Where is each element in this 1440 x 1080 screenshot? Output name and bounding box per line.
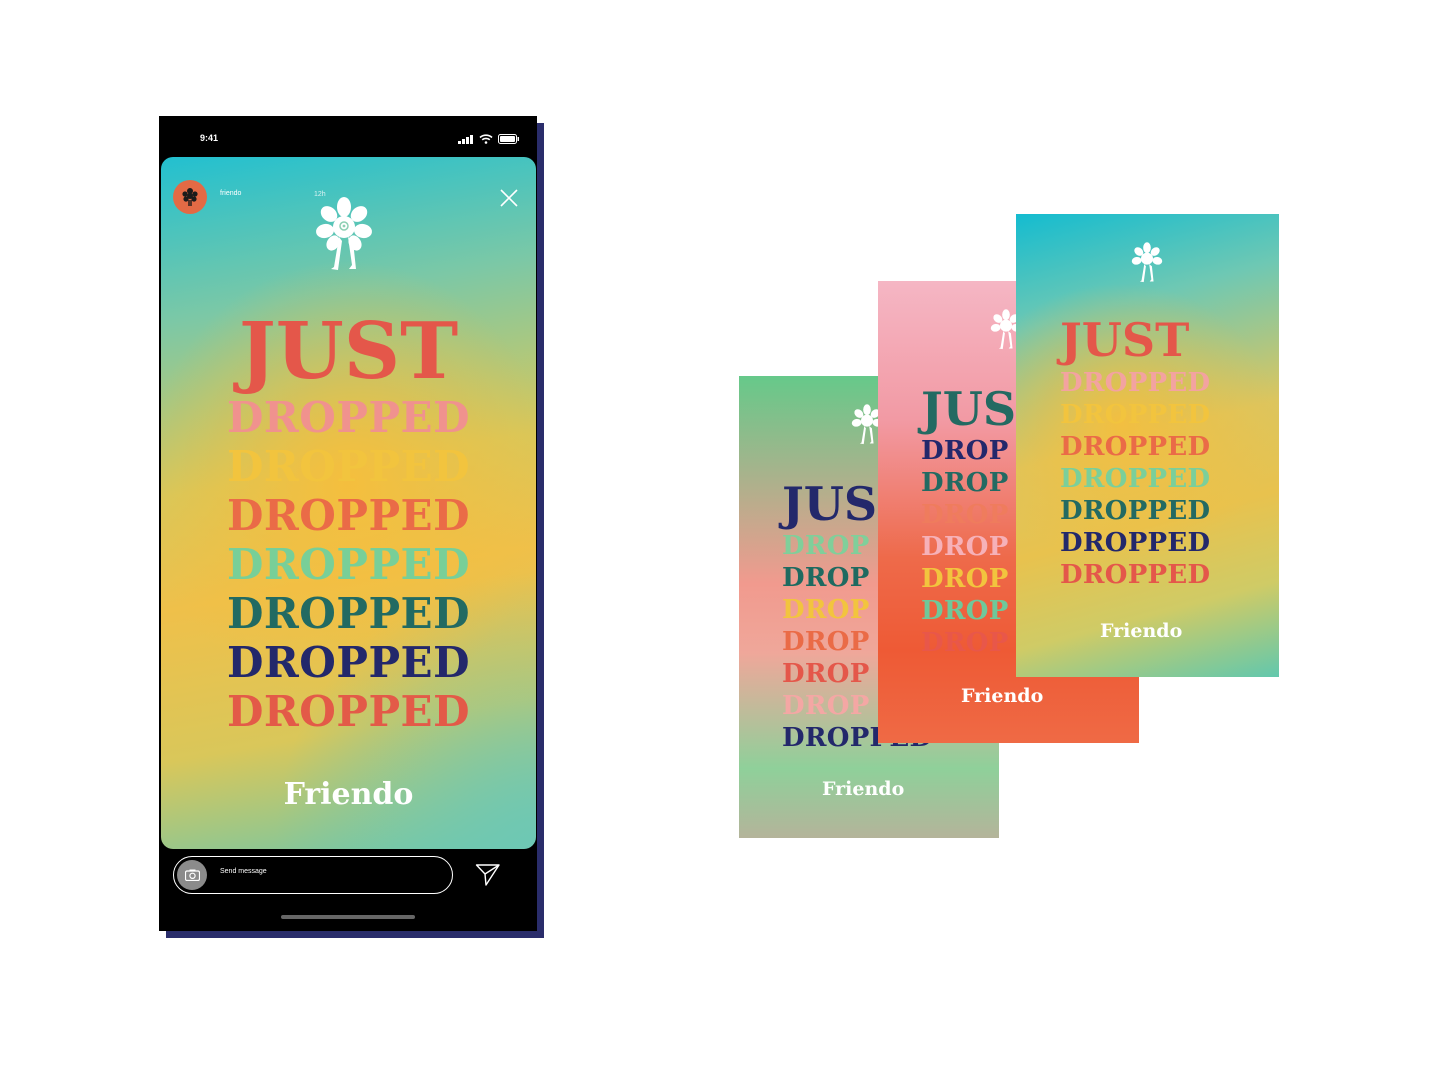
card-word: DROPPED: [1060, 560, 1211, 590]
card-word: DROPPED: [1060, 528, 1211, 558]
story-headline: JUST: [238, 306, 459, 397]
dropped-word-stack: DROPPED DROPPED DROPPED DROPPED DROPPED DROPP…: [161, 393, 536, 736]
card-word: DROPPED: [1060, 432, 1211, 462]
dropped-word: DROPPED: [226, 442, 470, 491]
dropped-word: DROPPED: [226, 540, 470, 589]
card-word: DROP: [921, 564, 1009, 594]
message-placeholder: Send message: [220, 868, 267, 875]
flower-mascot-icon: [1131, 242, 1163, 283]
story-card-teal: JUST DROPPED DROPPED DROPPED DROPPED DROPPED…: [1016, 214, 1279, 677]
dropped-word: DROPPED: [226, 687, 470, 736]
card-word: DROP: [921, 596, 1009, 626]
wifi-icon: [479, 134, 493, 144]
card-word: DROPPED: [1060, 400, 1211, 430]
card-headline: JUS: [782, 477, 878, 531]
card-word: DROPPED: [1060, 368, 1211, 398]
card-brand: Friendo: [822, 778, 905, 800]
home-indicator[interactable]: [281, 915, 415, 919]
message-input[interactable]: Send message: [173, 856, 453, 894]
camera-icon: [184, 869, 200, 881]
battery-icon: [498, 134, 519, 144]
card-headline: JUST: [1060, 313, 1190, 367]
flower-mascot-icon: [316, 197, 372, 270]
dropped-word: DROPPED: [226, 638, 470, 687]
card-headline: JUS: [921, 382, 1017, 436]
card-word: DROP: [921, 628, 1009, 658]
phone-mockup: 9:41 friendo 12h JUST DROPPED DROPPED DR…: [159, 116, 537, 931]
card-word-stack: DROP DROP DROP DROP DROP DROP DROP: [921, 435, 1009, 659]
dropped-word: DROPPED: [226, 589, 470, 638]
card-word: DROPPED: [1060, 464, 1211, 494]
signal-icon: [458, 135, 473, 144]
flower-logo-icon: [182, 188, 198, 206]
dropped-word: DROPPED: [226, 491, 470, 540]
dropped-word: DROPPED: [226, 393, 470, 442]
card-word: DROP: [921, 436, 1009, 466]
card-word-stack: DROPPED DROPPED DROPPED DROPPED DROPPED DROPP…: [1060, 367, 1210, 591]
card-word: DROP: [921, 532, 1009, 562]
card-brand: Friendo: [1100, 620, 1183, 642]
close-icon[interactable]: [498, 187, 520, 209]
avatar[interactable]: [173, 180, 207, 214]
card-word: DROPPED: [1060, 496, 1211, 526]
status-icons: [458, 134, 520, 144]
status-time: 9:41: [200, 133, 219, 143]
story-card[interactable]: friendo 12h JUST DROPPED DROPPED DROPPED DR…: [161, 157, 536, 849]
send-icon[interactable]: [475, 863, 501, 887]
story-username[interactable]: friendo: [220, 190, 241, 197]
card-brand: Friendo: [961, 685, 1044, 707]
camera-button[interactable]: [177, 860, 207, 890]
card-word: DROP: [921, 468, 1009, 498]
card-word: DROP: [921, 500, 1009, 530]
story-brand: Friendo: [283, 777, 414, 812]
